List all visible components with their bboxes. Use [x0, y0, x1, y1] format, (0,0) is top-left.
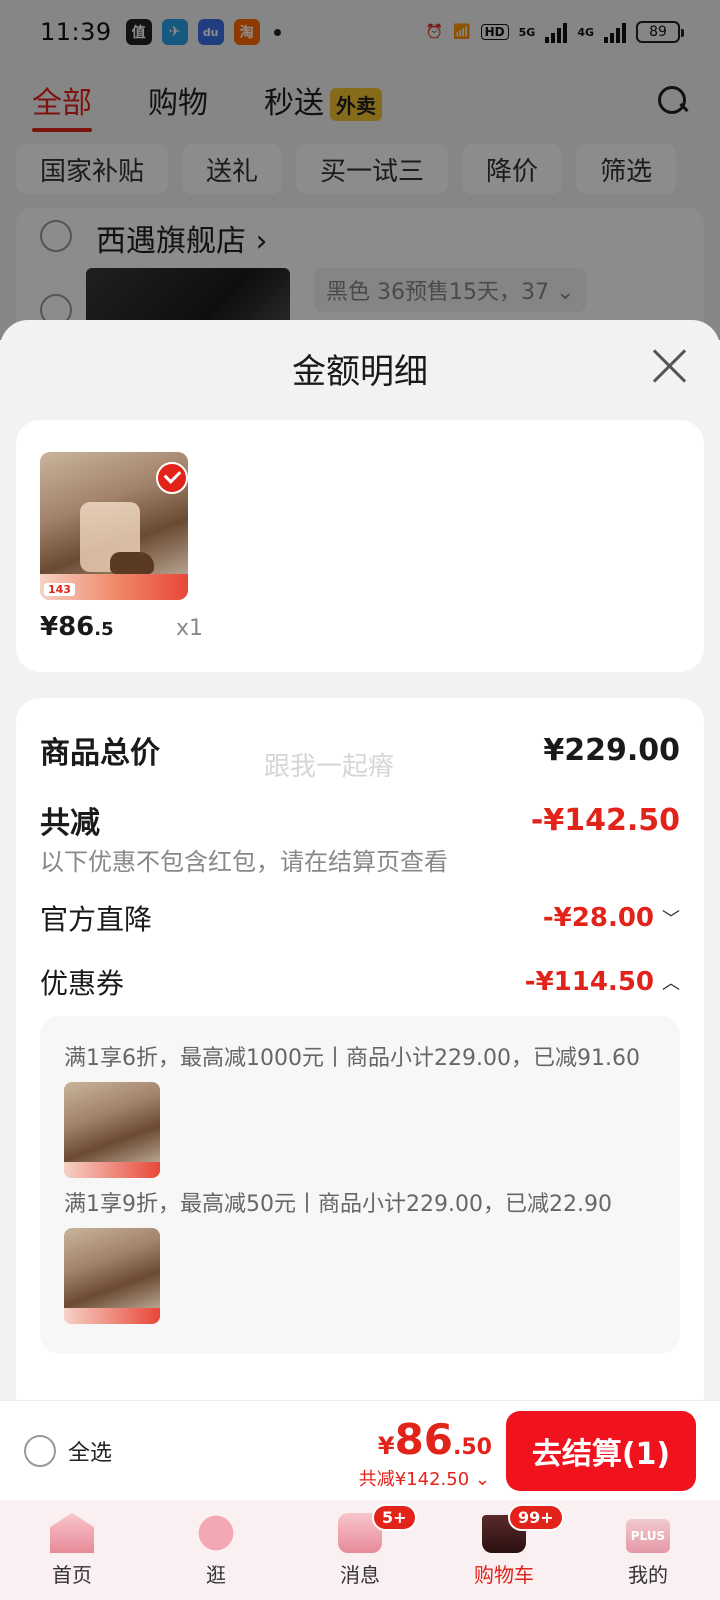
product-price-int: ¥86	[40, 612, 95, 642]
checkout-price-dec: .50	[453, 1435, 492, 1460]
home-icon	[50, 1513, 94, 1553]
nav-messages-label: 消息	[340, 1563, 380, 1587]
selected-check-icon[interactable]	[156, 462, 188, 494]
nav-cart[interactable]: 99+ 购物车	[432, 1500, 576, 1600]
total-reduction-label: 共减	[40, 806, 100, 841]
total-price-row: 商品总价 ¥229.00	[40, 728, 680, 772]
chevron-up-icon: ︿	[662, 973, 680, 994]
coupon-line-2: 满1享9折，最高减50元丨商品小计229.00，已减22.90	[64, 1192, 612, 1217]
checkout-bar: 全选 ¥ 86 .50 共减¥142.50 ⌄ 去结算(1)	[0, 1400, 720, 1500]
total-reduction-row: 共减 -¥142.50	[40, 798, 680, 842]
coupon-label: 优惠券	[40, 967, 125, 1000]
checkout-saved-label: 共减¥142.50	[358, 1469, 470, 1490]
total-price-label: 商品总价	[40, 736, 160, 771]
coupon-item-thumbnail-2[interactable]	[64, 1228, 160, 1324]
nav-mine[interactable]: PLUS 我的	[576, 1500, 720, 1600]
official-discount-label: 官方直降	[40, 903, 153, 936]
select-all-radio[interactable]	[24, 1435, 56, 1467]
chevron-down-icon: ⌄	[474, 1469, 490, 1490]
reduction-note: 以下优惠不包含红包，请在结算页查看	[40, 848, 448, 876]
nav-home-label: 首页	[52, 1563, 92, 1587]
checkout-total-price: ¥ 86 .50	[378, 1415, 492, 1464]
nav-home[interactable]: 首页	[0, 1500, 144, 1600]
nav-messages[interactable]: 5+ 消息	[288, 1500, 432, 1600]
dim-overlay[interactable]	[0, 0, 720, 340]
coupon-item-thumbnail-1[interactable]	[64, 1082, 160, 1178]
nav-guang-label: 逛	[206, 1563, 226, 1587]
messages-badge: 5+	[372, 1504, 417, 1531]
coupon-amount: -¥114.50	[524, 967, 654, 997]
sheet-title: 金额明细	[292, 352, 428, 392]
coupon-row[interactable]: 优惠券 -¥114.50 ︿	[40, 962, 680, 1002]
product-card: 143 ¥86.5 x1	[16, 420, 704, 672]
checkout-saved[interactable]: 共减¥142.50 ⌄	[359, 1465, 490, 1491]
select-all-label[interactable]: 全选	[68, 1435, 112, 1467]
coupon-value: -¥114.50 ︿	[525, 967, 680, 997]
total-reduction-value: -¥142.50	[530, 802, 680, 838]
nav-cart-label: 购物车	[474, 1563, 534, 1587]
coupon-line-1: 满1享6折，最高减1000元丨商品小计229.00，已减91.60	[64, 1046, 640, 1071]
official-discount-value: -¥28.00 ﹀	[543, 903, 680, 933]
chevron-down-icon: ﹀	[662, 909, 680, 930]
planet-icon	[192, 1513, 240, 1553]
coupon-details: 满1享6折，最高减1000元丨商品小计229.00，已减91.60 满1享9折，…	[40, 1016, 680, 1354]
product-price: ¥86.5	[40, 612, 114, 642]
nav-guang[interactable]: 逛	[144, 1500, 288, 1600]
product-price-dec: .5	[94, 619, 114, 640]
bottom-nav: 首页 逛 5+ 消息 99+ 购物车 PLUS 我的	[0, 1500, 720, 1600]
cart-badge: 99+	[508, 1504, 564, 1531]
product-quantity: x1	[176, 616, 204, 641]
plus-member-icon: PLUS	[626, 1519, 670, 1553]
price-breakdown-card: 跟我一起瘠 商品总价 ¥229.00 共减 -¥142.50 以下优惠不包含红包…	[16, 698, 704, 1402]
nav-mine-label: 我的	[628, 1563, 668, 1587]
currency-symbol: ¥	[377, 1432, 395, 1460]
promo-price: 143	[44, 583, 75, 596]
checkout-button[interactable]: 去结算(1)	[506, 1411, 696, 1491]
total-price-value: ¥229.00	[543, 732, 680, 768]
official-discount-amount: -¥28.00	[542, 903, 654, 933]
close-icon[interactable]	[650, 346, 688, 384]
official-discount-row[interactable]: 官方直降 -¥28.00 ﹀	[40, 898, 680, 938]
price-detail-sheet: 金额明细 143 ¥86.5 x1 跟我一起瘠 商品总价 ¥229.00 共减 …	[0, 320, 720, 1402]
checkout-price-int: 86	[394, 1415, 454, 1464]
